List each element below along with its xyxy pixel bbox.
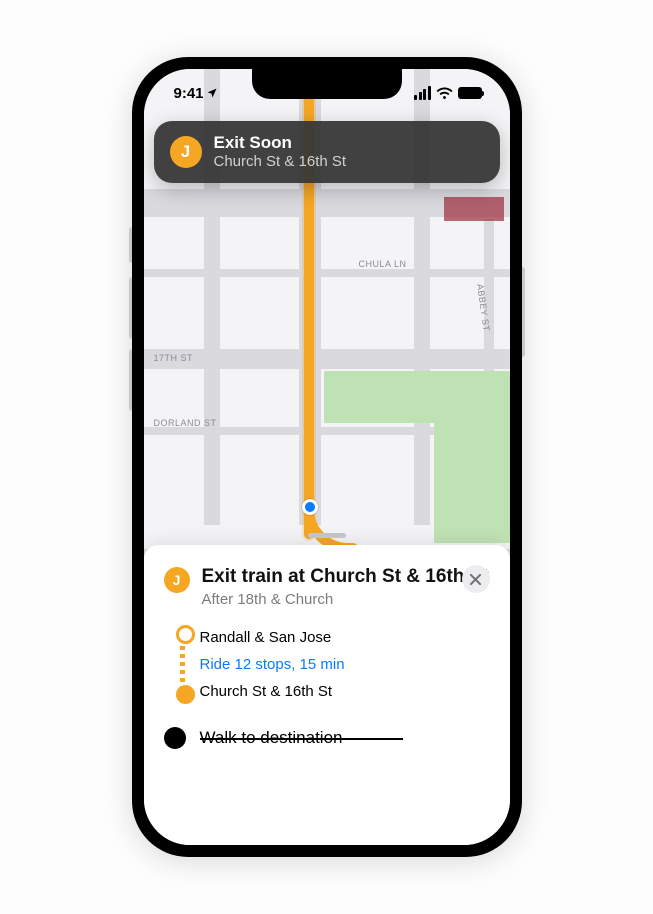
banner-title: Exit Soon — [214, 133, 347, 153]
directions-card[interactable]: J Exit train at Church St & 16th St Afte… — [144, 545, 510, 845]
park-block — [434, 371, 510, 543]
street — [144, 269, 510, 277]
building-block — [444, 197, 504, 221]
battery-icon — [458, 87, 482, 99]
power-button — [522, 267, 525, 357]
ride-info-link[interactable]: Ride 12 stops, 15 min — [170, 651, 490, 678]
banner-subtitle: Church St & 16th St — [214, 153, 347, 171]
street-label: DORLAND ST — [154, 418, 217, 428]
close-button[interactable] — [462, 565, 490, 593]
stops-connector-line — [180, 630, 185, 699]
time-label: 9:41 — [174, 85, 204, 102]
street — [144, 349, 510, 369]
status-time: 9:41 — [174, 85, 218, 102]
next-step-row[interactable]: Walk to destination — [164, 727, 490, 749]
stops-list: Randall & San Jose Ride 12 stops, 15 min… — [170, 624, 490, 705]
card-subtitle: After 18th & Church — [202, 591, 489, 608]
card-title: Exit train at Church St & 16th St — [202, 565, 489, 589]
transit-line-badge: J — [170, 136, 202, 168]
transit-line-badge: J — [164, 567, 190, 593]
stop-start: Randall & San Jose — [170, 624, 490, 651]
wifi-icon — [436, 87, 453, 100]
close-icon — [470, 574, 481, 585]
stop-end: Church St & 16th St — [170, 678, 490, 705]
street-label: CHULA LN — [359, 259, 407, 269]
next-step-label: Walk to destination — [200, 728, 343, 748]
screen: 9:41 J Exit Soon Church St & 16th St — [144, 69, 510, 845]
location-arrow-icon — [206, 87, 218, 99]
sheet-grabber[interactable] — [308, 533, 346, 538]
phone-frame: 9:41 J Exit Soon Church St & 16th St — [132, 57, 522, 857]
exit-soon-banner[interactable]: J Exit Soon Church St & 16th St — [154, 121, 500, 183]
notch — [252, 69, 402, 99]
walk-icon — [164, 727, 186, 749]
street-label: 17TH ST — [154, 353, 194, 363]
user-location-dot — [302, 499, 318, 515]
cellular-signal-icon — [413, 86, 431, 100]
